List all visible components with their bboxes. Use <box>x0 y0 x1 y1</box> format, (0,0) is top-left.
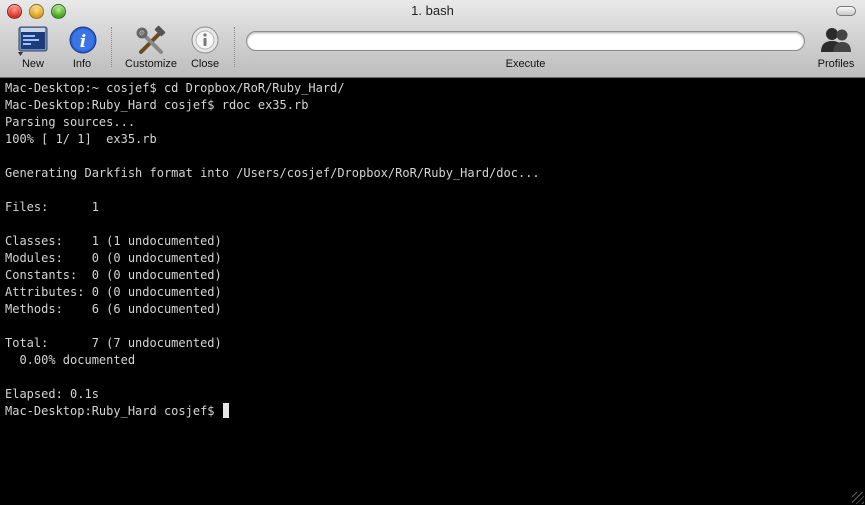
terminal-line: Classes: 1 (1 undocumented) <box>5 234 222 248</box>
terminal-line: Mac-Desktop:~ cosjef$ cd Dropbox/RoR/Rub… <box>5 81 345 95</box>
terminal-line: Total: 7 (7 undocumented) <box>5 336 222 350</box>
terminal-line: Generating Darkfish format into /Users/c… <box>5 166 540 180</box>
execute-label: Execute <box>505 58 546 70</box>
terminal-line: Constants: 0 (0 undocumented) <box>5 268 222 282</box>
window-title: 1. bash <box>411 3 454 18</box>
terminal-window: 1. bash New i Info Customize Close Execu… <box>0 0 865 505</box>
customize-label: Customize <box>125 58 177 70</box>
info-label: Info <box>72 58 92 70</box>
terminal-line: Parsing sources... <box>5 115 136 129</box>
execute-item: Execute <box>246 31 805 70</box>
terminal-line: Modules: 0 (0 undocumented) <box>5 251 222 265</box>
resize-grip[interactable] <box>852 492 864 504</box>
toolbar-toggle-button[interactable] <box>836 6 856 16</box>
new-terminal-icon <box>16 25 50 57</box>
svg-text:i: i <box>80 32 86 52</box>
tools-icon <box>134 25 168 57</box>
profiles-label: Profiles <box>817 58 855 70</box>
info-button[interactable]: i Info <box>66 25 98 70</box>
info-icon: i <box>66 25 100 57</box>
toolbar: 1. bash New i Info Customize Close Execu… <box>0 0 865 78</box>
execute-input[interactable] <box>246 31 805 51</box>
terminal-line: Mac-Desktop:Ruby_Hard cosjef$ rdoc ex35.… <box>5 98 309 112</box>
terminal-prompt: Mac-Desktop:Ruby_Hard cosjef$ <box>5 404 222 418</box>
close-label: Close <box>190 58 220 70</box>
profiles-button[interactable]: Profiles <box>814 25 858 70</box>
new-button[interactable]: New <box>15 25 51 70</box>
close-button[interactable]: Close <box>188 25 222 70</box>
terminal-text: Mac-Desktop:~ cosjef$ cd Dropbox/RoR/Rub… <box>0 78 851 420</box>
scrollbar[interactable] <box>851 78 865 505</box>
terminal-line: Methods: 6 (6 undocumented) <box>5 302 222 316</box>
text-cursor <box>222 403 229 418</box>
customize-button[interactable]: Customize <box>121 25 181 70</box>
profiles-icon <box>819 25 853 57</box>
terminal-line: Attributes: 0 (0 undocumented) <box>5 285 222 299</box>
new-label: New <box>21 58 44 70</box>
terminal-output[interactable]: Mac-Desktop:~ cosjef$ cd Dropbox/RoR/Rub… <box>0 78 851 505</box>
close-icon <box>188 25 222 57</box>
terminal-line: 100% [ 1/ 1] ex35.rb <box>5 132 157 146</box>
terminal-line: Elapsed: 0.1s <box>5 387 99 401</box>
toolbar-separator <box>234 27 235 67</box>
terminal-line: Files: 1 <box>5 200 99 214</box>
terminal-line: 0.00% documented <box>5 353 136 367</box>
toolbar-separator <box>111 27 112 67</box>
